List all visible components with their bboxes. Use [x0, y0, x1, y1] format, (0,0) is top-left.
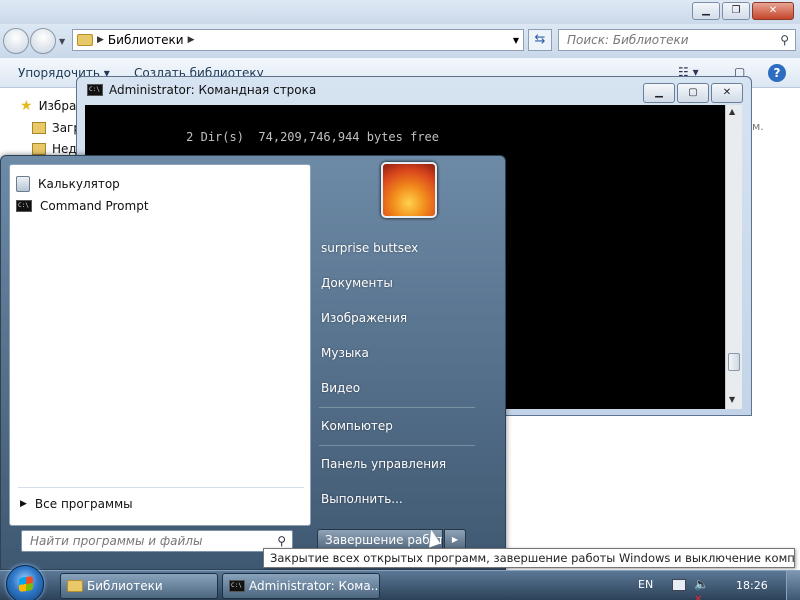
- cmd-icon: C:\: [229, 580, 245, 592]
- cmd-close-button[interactable]: ✕: [711, 83, 743, 103]
- run-link[interactable]: Выполнить...: [321, 492, 403, 506]
- help-icon[interactable]: ?: [768, 64, 786, 82]
- explorer-search-input[interactable]: Поиск: Библиотеки ⚲: [558, 29, 796, 51]
- divider: [319, 445, 475, 446]
- breadcrumb-arrow-icon[interactable]: ▶: [97, 35, 104, 45]
- divider: [18, 487, 304, 488]
- program-label: Калькулятор: [38, 177, 120, 191]
- show-desktop-button[interactable]: [786, 571, 800, 600]
- volume-muted-icon[interactable]: 🔈✕: [694, 577, 709, 600]
- recent-places-icon: [32, 143, 46, 155]
- network-icon[interactable]: [672, 579, 686, 591]
- taskbar-item-libraries[interactable]: Библиотеки: [60, 573, 218, 599]
- close-button[interactable]: ✕: [752, 2, 794, 20]
- downloads-item[interactable]: Загр: [32, 121, 81, 135]
- cmd-scrollbar[interactable]: ▲ ▼: [725, 105, 742, 409]
- pictures-link[interactable]: Изображения: [321, 311, 407, 325]
- start-search-input[interactable]: Найти программы и файлы ⚲: [21, 530, 293, 552]
- libraries-folder-icon: [77, 34, 93, 46]
- forward-button[interactable]: [30, 28, 56, 54]
- breadcrumb[interactable]: Библиотеки: [108, 33, 184, 47]
- all-programs-button[interactable]: ▶ Все программы: [20, 497, 133, 511]
- scroll-up-icon[interactable]: ▲: [729, 107, 735, 116]
- user-name-link[interactable]: surprise buttsex: [321, 241, 418, 255]
- program-item-command-prompt[interactable]: C:\ Command Prompt: [14, 195, 149, 217]
- scroll-thumb[interactable]: [728, 353, 740, 371]
- back-button[interactable]: [3, 28, 29, 54]
- cmd-minimize-button[interactable]: ▁: [643, 83, 675, 103]
- scroll-down-icon[interactable]: ▼: [729, 395, 735, 404]
- cmd-title: Administrator: Командная строка: [109, 83, 317, 97]
- explorer-titlebar[interactable]: ▁ ❐ ✕: [0, 0, 800, 24]
- search-icon: ⚲: [780, 33, 789, 47]
- shutdown-tooltip: Закрытие всех открытых программ, заверше…: [263, 548, 795, 568]
- cmd-icon: C:\: [87, 84, 103, 96]
- documents-link[interactable]: Документы: [321, 276, 393, 290]
- star-icon: ★: [20, 98, 33, 114]
- minimize-button[interactable]: ▁: [692, 2, 720, 20]
- favorites-item[interactable]: ★ Избра: [20, 98, 76, 114]
- computer-link[interactable]: Компьютер: [321, 419, 393, 433]
- address-bar[interactable]: ▶ Библиотеки ▶ ▼: [72, 29, 524, 51]
- clock[interactable]: 18:26: [736, 579, 768, 592]
- programs-list: Калькулятор C:\ Command Prompt ▶ Все про…: [9, 164, 311, 526]
- start-button[interactable]: [6, 565, 44, 600]
- music-link[interactable]: Музыка: [321, 346, 369, 360]
- windows-logo-icon: [19, 576, 33, 592]
- user-avatar[interactable]: [381, 162, 437, 218]
- task-label: Administrator: Кома...: [249, 579, 380, 593]
- maximize-button[interactable]: ❐: [722, 2, 750, 20]
- history-dropdown-icon[interactable]: ▼: [59, 37, 65, 46]
- favorites-label: Избра: [38, 99, 77, 113]
- folder-icon: [67, 580, 83, 592]
- divider: [319, 407, 475, 408]
- play-arrow-icon: ▶: [20, 499, 27, 509]
- downloads-icon: [32, 122, 46, 134]
- content-text: м.: [752, 120, 764, 133]
- address-dropdown-icon[interactable]: ▼: [513, 36, 519, 45]
- calculator-icon: [16, 176, 30, 192]
- all-programs-label: Все программы: [34, 497, 133, 511]
- cmd-titlebar[interactable]: C:\ Administrator: Командная строка: [87, 83, 316, 97]
- program-label: Command Prompt: [40, 199, 149, 213]
- start-search-placeholder: Найти программы и файлы: [30, 534, 203, 548]
- taskbar: Библиотеки C:\ Administrator: Кома... EN…: [0, 565, 800, 600]
- taskbar-item-cmd[interactable]: C:\ Administrator: Кома...: [222, 573, 380, 599]
- control-panel-link[interactable]: Панель управления: [321, 457, 446, 471]
- explorer-addressbar: ▼ ▶ Библиотеки ▶ ▼ ⇆ Поиск: Библиотеки ⚲: [0, 24, 800, 58]
- search-placeholder: Поиск: Библиотеки: [567, 33, 689, 47]
- start-menu: Калькулятор C:\ Command Prompt ▶ Все про…: [0, 155, 506, 570]
- task-label: Библиотеки: [87, 579, 163, 593]
- cmd-maximize-button[interactable]: ▢: [677, 83, 709, 103]
- video-link[interactable]: Видео: [321, 381, 360, 395]
- language-indicator[interactable]: EN: [638, 578, 653, 591]
- program-item-calculator[interactable]: Калькулятор: [14, 173, 120, 195]
- breadcrumb-arrow-icon[interactable]: ▶: [188, 35, 195, 45]
- cmd-icon: C:\: [16, 200, 32, 212]
- refresh-button[interactable]: ⇆: [528, 29, 552, 51]
- console-line: 2 Dir(s) 74,209,746,944 bytes free: [85, 130, 440, 144]
